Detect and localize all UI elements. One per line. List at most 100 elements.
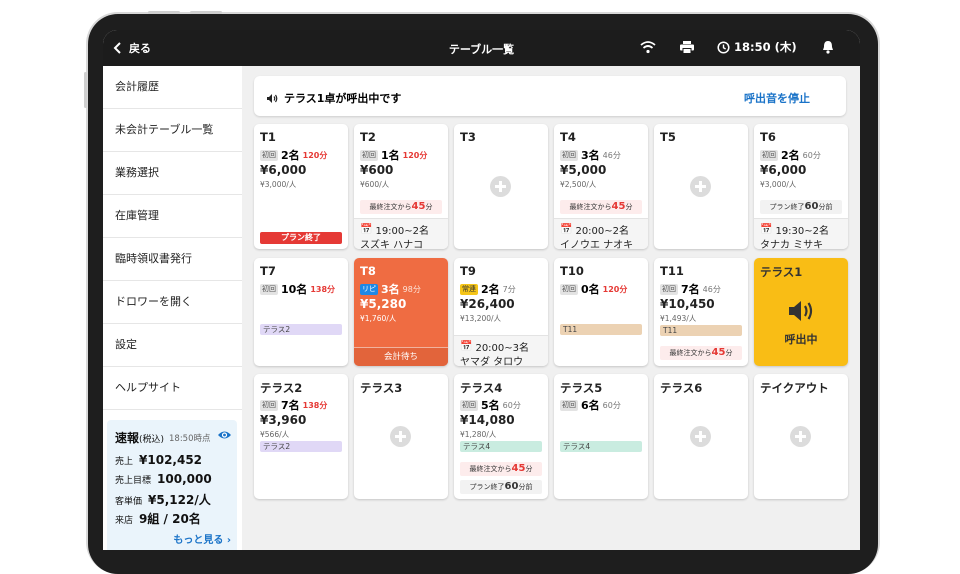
table-card-t11[interactable]: T11 初回 7名 46分 ¥10,450 ¥1,493/人 T11 最終注文から4… (654, 258, 748, 366)
per-person: ¥1,760/人 (360, 314, 397, 323)
table-name: T5 (660, 130, 676, 144)
sales-row: 売上 ¥102,452 (115, 453, 202, 467)
customer-tag: リピ (360, 283, 378, 295)
printer-icon[interactable] (679, 40, 695, 54)
plus-icon[interactable] (690, 176, 711, 197)
note-text: プラン終了 (769, 203, 805, 211)
reservation-name: ヤマダ タロウ (460, 357, 524, 366)
note-value: 60 (804, 201, 819, 212)
plus-icon[interactable] (390, 426, 411, 447)
table-name: テラス6 (660, 381, 703, 395)
plus-icon[interactable] (490, 176, 511, 197)
elapsed-time: 60分 (802, 150, 821, 160)
sales-summary-title: 速報(税込) (115, 429, 164, 446)
bell-icon[interactable] (820, 40, 836, 54)
guest-info: 常連 2名 7分 (460, 281, 516, 297)
table-total: ¥26,400 (460, 297, 515, 311)
note-text: 最終注文から (469, 465, 512, 473)
speaker-icon (267, 93, 278, 103)
note-text: プラン終了 (469, 483, 505, 491)
table-card-t9[interactable]: T9 常連 2名 7分 ¥26,400 ¥13,200/人 📅 20:00~3名 ヤマ… (454, 258, 548, 366)
plan-end-note: プラン終了60分前 (760, 200, 842, 214)
sidebar-item-inventory[interactable]: 在庫管理 (103, 195, 242, 238)
reservation-time-row: 📅 20:00~2名 (560, 222, 629, 237)
plan-ended-badge: プラン終了 (260, 232, 342, 244)
guest-count: 0名 (581, 283, 600, 296)
sidebar-item-task-select[interactable]: 業務選択 (103, 152, 242, 195)
elapsed-time: 120分 (602, 284, 628, 294)
reservation-time: 20:00~3名 (475, 343, 530, 354)
table-card-t6[interactable]: T6 初回 2名 60分 ¥6,000 ¥3,000/人 プラン終了60分前 📅 19… (754, 124, 848, 249)
sidebar-item-unpaid-tables[interactable]: 未会計テーブル一覧 (103, 109, 242, 152)
table-name: テラス5 (560, 381, 603, 395)
eye-icon[interactable] (217, 429, 232, 441)
table-card-t7[interactable]: T7 初回 10名 138分 テラス2 (254, 258, 348, 366)
table-total: ¥3,960 (260, 413, 307, 427)
table-card-t10[interactable]: T10 初回 0名 120分 T11 (554, 258, 648, 366)
table-card-terrace6[interactable]: テラス6 (654, 374, 748, 499)
guest-count: 7名 (281, 399, 300, 412)
guest-count: 2名 (781, 149, 800, 162)
target-value: 100,000 (157, 472, 212, 486)
per-person: ¥2,500/人 (560, 180, 597, 189)
calendar-icon: 📅 (760, 224, 773, 235)
joined-table-pill: T11 (660, 325, 742, 336)
avg-row: 客単価 ¥5,122/人 (115, 491, 211, 508)
sidebar-item-settings[interactable]: 設定 (103, 324, 242, 367)
table-name: T9 (460, 264, 476, 278)
visits-label: 来店 (115, 516, 134, 526)
sidebar-item-payment-history[interactable]: 会計履歴 (103, 66, 242, 109)
table-card-terrace3[interactable]: テラス3 (354, 374, 448, 499)
note-unit: 分 (725, 349, 733, 357)
last-order-note: 最終注文から45分 (360, 200, 442, 214)
per-person: ¥3,000/人 (760, 180, 797, 189)
customer-tag: 初回 (560, 283, 578, 295)
elapsed-time: 46分 (702, 284, 721, 294)
table-card-t4[interactable]: T4 初回 3名 46分 ¥5,000 ¥2,500/人 最終注文から45分 📅 20… (554, 124, 648, 249)
guest-info: 初回 3名 46分 (560, 147, 621, 163)
customer-tag: 初回 (760, 149, 778, 161)
sidebar-item-help-site[interactable]: ヘルプサイト (103, 367, 242, 410)
table-card-t1[interactable]: T1 初回 2名 120分 ¥6,000 ¥3,000/人 プラン終了 (254, 124, 348, 249)
table-card-t5[interactable]: T5 (654, 124, 748, 249)
table-card-t3[interactable]: T3 (454, 124, 548, 249)
reservation-time-row: 📅 19:30~2名 (760, 222, 829, 237)
screen: 戻る テーブル一覧 18:50 (木) 会計履歴 未会計テーブル一覧 業務選択 … (103, 30, 860, 550)
guest-count: 5名 (481, 399, 500, 412)
visits-value: 9組 / 20名 (139, 512, 201, 526)
table-card-terrace4[interactable]: テラス4 初回 5名 60分 ¥14,080 ¥1,280/人 テラス4 最終注文か… (454, 374, 548, 499)
more-link[interactable]: もっと見る › (173, 531, 231, 546)
calendar-icon: 📅 (560, 224, 573, 235)
customer-tag: 常連 (460, 283, 478, 295)
per-person: ¥600/人 (360, 180, 390, 189)
reservation-time: 20:00~2名 (575, 226, 630, 237)
reservation: 📅 19:00~2名 スズキ ハナコ (354, 218, 448, 249)
table-card-t8[interactable]: T8 リピ 3名 98分 ¥5,280 ¥1,760/人 会計待ち (354, 258, 448, 366)
sidebar-item-open-drawer[interactable]: ドロワーを開く (103, 281, 242, 324)
reservation-time-row: 📅 19:00~2名 (360, 222, 429, 237)
guest-info: 初回 2名 60分 (760, 147, 821, 163)
guest-info: 初回 7名 138分 (260, 397, 327, 413)
stop-call-sound-button[interactable]: 呼出音を停止 (744, 90, 810, 106)
plus-icon[interactable] (690, 426, 711, 447)
tablet-button (148, 11, 180, 14)
table-card-terrace5[interactable]: テラス5 初回 6名 60分 テラス4 (554, 374, 648, 499)
plus-icon[interactable] (790, 426, 811, 447)
elapsed-time: 60分 (502, 400, 521, 410)
table-card-takeout[interactable]: テイクアウト (754, 374, 848, 499)
guest-count: 1名 (381, 149, 400, 162)
table-card-terrace1[interactable]: テラス1 呼出中 (754, 258, 848, 366)
sidebar-item-temp-receipt[interactable]: 臨時領収書発行 (103, 238, 242, 281)
per-person: ¥1,280/人 (460, 430, 497, 439)
reservation: 📅 19:30~2名 タナカ ミサキ (754, 218, 848, 249)
table-name: テラス3 (360, 381, 403, 395)
customer-tag: 初回 (560, 149, 578, 161)
elapsed-time: 138分 (302, 400, 328, 410)
table-card-t2[interactable]: T2 初回 1名 120分 ¥600 ¥600/人 最終注文から45分 📅 19:00… (354, 124, 448, 249)
table-card-terrace2[interactable]: テラス2 初回 7名 138分 ¥3,960 ¥566/人 テラス2 (254, 374, 348, 499)
note-text: 最終注文から (669, 349, 712, 357)
elapsed-time: 120分 (302, 150, 328, 160)
tablet-button (190, 11, 222, 14)
note-unit: 分 (625, 203, 633, 211)
customer-tag: 初回 (560, 399, 578, 411)
